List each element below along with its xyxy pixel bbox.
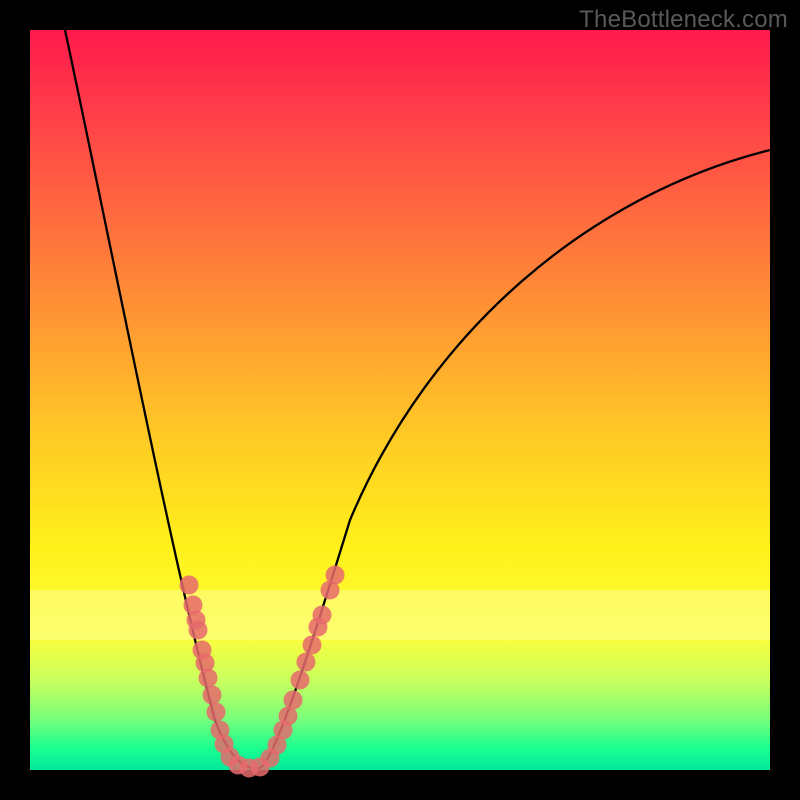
chart-frame: TheBottleneck.com (0, 0, 800, 800)
watermark-text: TheBottleneck.com (579, 6, 788, 34)
data-point-marker (303, 636, 322, 655)
data-point-marker (284, 691, 303, 710)
plot-svg (30, 30, 770, 770)
data-point-marker (189, 621, 208, 640)
data-point-marker (291, 671, 310, 690)
data-point-marker (326, 566, 345, 585)
data-point-marker (180, 576, 199, 595)
curve-path (65, 30, 770, 768)
data-point-marker (297, 653, 316, 672)
data-point-marker (207, 703, 226, 722)
data-point-marker (203, 686, 222, 705)
data-point-marker (199, 669, 218, 688)
marker-group (180, 566, 345, 778)
data-point-marker (313, 606, 332, 625)
plot-area (30, 30, 770, 770)
